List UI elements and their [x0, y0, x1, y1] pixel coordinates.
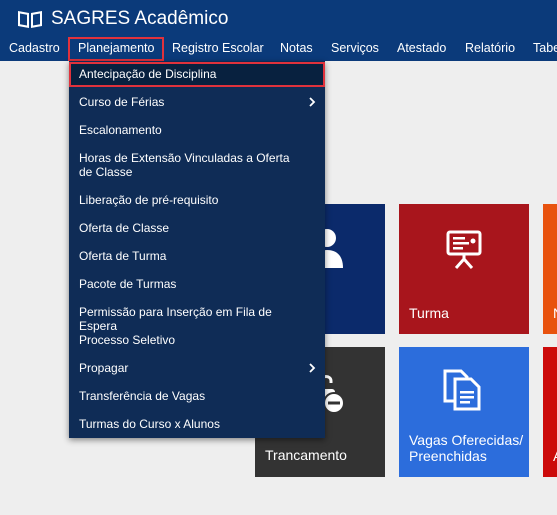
tile-label: N — [553, 305, 557, 321]
dropdown-item-processo-seletivo[interactable]: Processo Seletivo — [69, 333, 325, 347]
app-header: SAGRES Acadêmico — [0, 0, 557, 37]
menu-item-planejamento[interactable]: Planejamento — [68, 37, 165, 61]
menu-item-tabelas[interactable]: Tabe — [533, 37, 557, 61]
dropdown-item-liberacao-de-pre-requisito[interactable]: Liberação de pré-requisito — [69, 193, 325, 207]
menu-item-registro-escolar[interactable]: Registro Escolar — [172, 37, 264, 61]
dropdown-item-label: Permissão para Inserção em Fila de Esper… — [79, 305, 272, 333]
dropdown-item-label: Escalonamento — [79, 123, 162, 137]
dropdown-item-oferta-de-classe[interactable]: Oferta de Classe — [69, 221, 325, 235]
menu-item-notas[interactable]: Notas — [280, 37, 313, 61]
dropdown-item-label: Transferência de Vagas — [79, 389, 206, 403]
chevron-right-icon — [309, 97, 316, 107]
tile-label: Trancamento — [265, 447, 347, 463]
menu-item-atestado[interactable]: Atestado — [397, 37, 446, 61]
main-menu-bar: Cadastro Planejamento Registro Escolar N… — [0, 37, 557, 61]
dropdown-item-transferencia-de-vagas[interactable]: Transferência de Vagas — [69, 389, 325, 403]
dropdown-item-label: Processo Seletivo — [79, 333, 176, 347]
open-book-icon — [18, 11, 42, 28]
dropdown-item-label: Turmas do Curso x Alunos — [79, 417, 220, 431]
dropdown-item-label: Pacote de Turmas — [79, 277, 177, 291]
planejamento-dropdown: Antecipação de Disciplina Curso de Féria… — [69, 61, 325, 438]
dropdown-item-pacote-de-turmas[interactable]: Pacote de Turmas — [69, 277, 325, 291]
menu-item-cadastro[interactable]: Cadastro — [9, 37, 60, 61]
app-title: SAGRES Acadêmico — [51, 8, 229, 29]
dropdown-item-label: Propagar — [79, 361, 129, 375]
tile-orange-partial[interactable]: N — [543, 204, 557, 334]
dropdown-item-label: Antecipação de Disciplina — [79, 67, 217, 81]
dropdown-item-oferta-de-turma[interactable]: Oferta de Turma — [69, 249, 325, 263]
dropdown-item-label: Oferta de Turma — [79, 249, 167, 263]
chevron-right-icon — [309, 363, 316, 373]
dropdown-item-permissao-fila-de-espera[interactable]: Permissão para Inserção em Fila de Esper… — [69, 305, 325, 333]
dropdown-item-label: Oferta de Classe — [79, 221, 170, 235]
tile-red-partial[interactable]: A — [543, 347, 557, 477]
dropdown-item-curso-de-ferias[interactable]: Curso de Férias — [69, 95, 325, 109]
tile-label-line-1: Vagas Oferecidas/ — [409, 432, 524, 448]
dropdown-item-label: Horas de Extensão Vinculadas a Oferta de… — [79, 151, 290, 179]
dropdown-item-label: Liberação de pré-requisito — [79, 193, 219, 207]
documents-icon — [443, 369, 481, 411]
tile-vagas-oferecidas-preenchidas[interactable]: Vagas Oferecidas/ Preenchidas — [399, 347, 529, 477]
tile-turma[interactable]: Turma — [399, 204, 529, 334]
menu-item-servicos[interactable]: Serviços — [331, 37, 379, 61]
dropdown-item-label: Curso de Férias — [79, 95, 165, 109]
dropdown-item-horas-de-extensao[interactable]: Horas de Extensão Vinculadas a Oferta de… — [69, 151, 325, 179]
dropdown-item-turmas-do-curso-x-alunos[interactable]: Turmas do Curso x Alunos — [69, 417, 325, 431]
dropdown-item-escalonamento[interactable]: Escalonamento — [69, 123, 325, 137]
tile-label-line-2: Preenchidas — [409, 448, 487, 464]
dropdown-item-propagar[interactable]: Propagar — [69, 361, 325, 375]
menu-item-relatorio[interactable]: Relatório — [465, 37, 515, 61]
dropdown-item-antecipacao-de-disciplina[interactable]: Antecipação de Disciplina — [69, 62, 325, 87]
presentation-board-icon — [446, 230, 482, 269]
tile-label: A — [553, 448, 557, 464]
tile-label: Turma — [409, 305, 449, 321]
